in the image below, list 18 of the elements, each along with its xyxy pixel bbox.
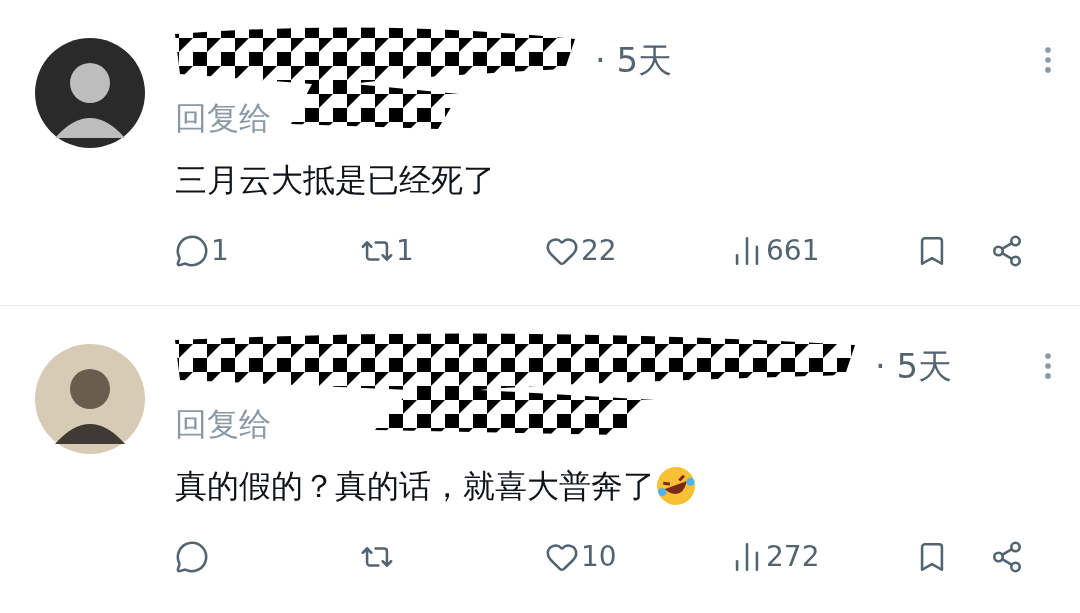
avatar[interactable] [35, 344, 145, 454]
action-count: 1 [396, 233, 414, 269]
post-time: · 5天 [595, 38, 673, 82]
reply-text: 真的假的？真的话，就喜大普奔了 [175, 466, 655, 507]
reply-to-label: 回复给 [175, 404, 271, 445]
action-count: 661 [766, 233, 820, 269]
share-icon[interactable] [990, 540, 1024, 574]
share-icon[interactable] [990, 234, 1024, 268]
post-time: · 5天 [875, 344, 953, 388]
reply-icon[interactable] [175, 540, 209, 574]
action-count: 1 [211, 233, 229, 269]
reply-to-label: 回复给 [175, 98, 271, 139]
action-count: 272 [766, 539, 820, 575]
reply-text: 三月云大抵是已经死了 [175, 160, 495, 201]
action-count: 22 [581, 233, 617, 269]
avatar[interactable] [35, 38, 145, 148]
action-count: 10 [581, 539, 617, 575]
reply-icon[interactable] [175, 234, 209, 268]
